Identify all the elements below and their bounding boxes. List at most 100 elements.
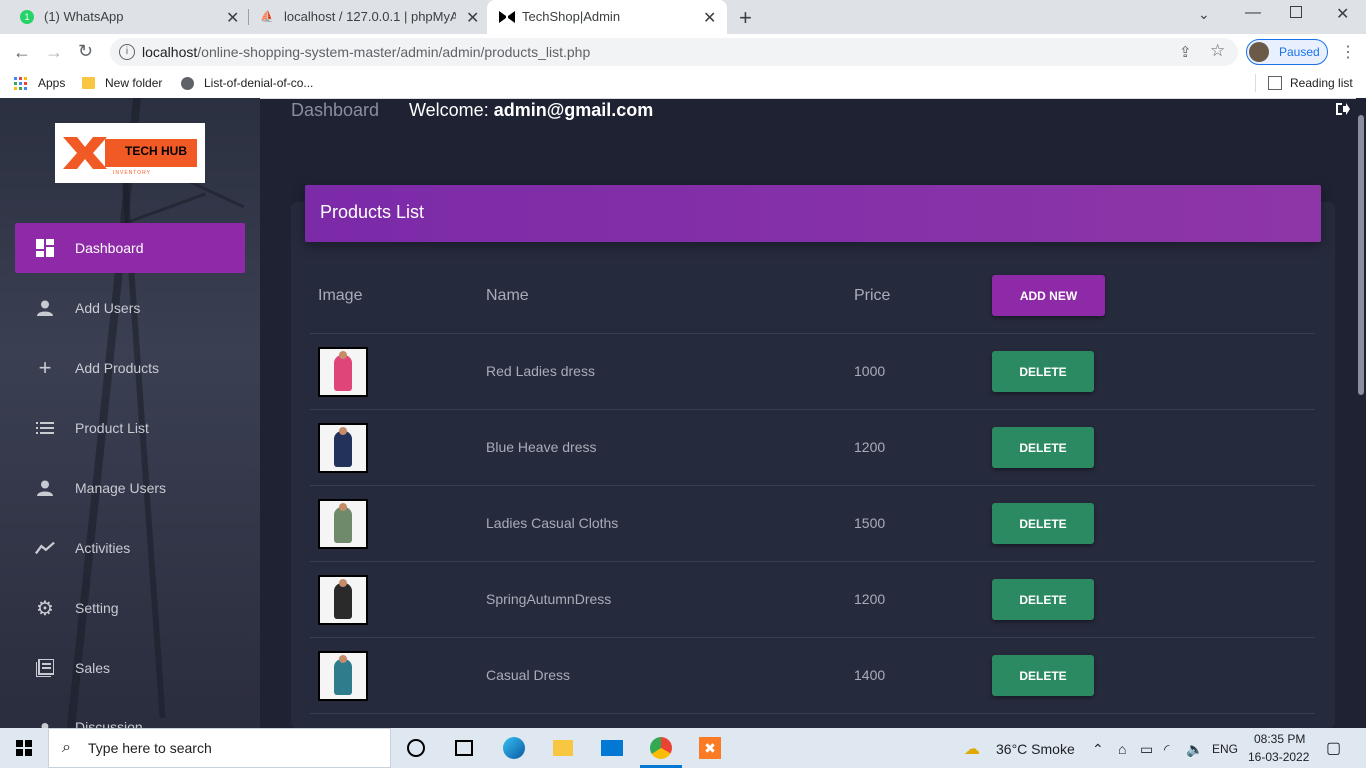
url-host: localhost (142, 44, 198, 60)
url-path: /online-shopping-system-master/admin/adm… (197, 44, 591, 60)
product-image (318, 347, 368, 397)
sidebar-item-discussion[interactable]: ● Discussion (15, 703, 245, 728)
scrollbar-thumb[interactable] (1358, 115, 1364, 395)
sidebar-item-add-users[interactable]: Add Users (15, 283, 245, 333)
product-image (318, 651, 368, 701)
reading-list-button[interactable]: Reading list (1290, 76, 1353, 90)
product-image (318, 423, 368, 473)
info-icon[interactable]: i (119, 44, 135, 60)
share-icon[interactable]: ⇪ (1179, 43, 1192, 61)
sidebar-item-manage-users[interactable]: Manage Users (15, 463, 245, 513)
reading-list-icon (1268, 76, 1282, 90)
phpmyadmin-icon: ⛵ (260, 11, 274, 23)
sidebar-item-activities[interactable]: Activities (15, 523, 245, 573)
trend-icon (35, 538, 55, 558)
bookmark-apps[interactable]: Apps (38, 76, 65, 90)
products-card (291, 202, 1335, 728)
notifications-icon[interactable]: ▢ (1326, 738, 1341, 758)
sidebar-item-label: Sales (75, 660, 111, 676)
column-header-price: Price (854, 287, 891, 304)
sales-icon (35, 658, 55, 678)
usb-icon[interactable]: ⌂ (1118, 741, 1126, 757)
profile-status: Paused (1279, 45, 1320, 59)
apps-grid-icon (14, 77, 28, 91)
sidebar-item-product-list[interactable]: Product List (15, 403, 245, 453)
delete-button[interactable]: DELETE (992, 503, 1094, 544)
product-price: 1500 (854, 515, 886, 531)
close-tab-icon[interactable]: ✕ (226, 8, 239, 28)
sidebar-item-label: Discussion (75, 719, 143, 728)
globe-icon (181, 77, 194, 90)
delete-button[interactable]: DELETE (992, 655, 1094, 696)
language-indicator[interactable]: ENG (1212, 742, 1238, 756)
xampp-icon[interactable]: ✖ (698, 736, 722, 760)
bookmark-star-icon[interactable]: ☆ (1210, 41, 1225, 61)
cortana-icon[interactable] (404, 736, 428, 760)
add-new-button[interactable]: ADD NEW (992, 275, 1105, 316)
volume-icon[interactable]: 🔈 (1186, 741, 1203, 758)
task-view-icon[interactable] (452, 736, 476, 760)
tab-title: TechShop|Admin (522, 9, 621, 24)
row-divider (310, 409, 1315, 410)
wifi-icon[interactable]: ◜ (1164, 741, 1169, 758)
chevron-up-icon[interactable]: ⌃ (1092, 741, 1104, 758)
delete-button[interactable]: DELETE (992, 579, 1094, 620)
tab-phpmyadmin[interactable]: ⛵ localhost / 127.0.0.1 | phpMyAdm ✕ (248, 0, 486, 34)
column-header-image: Image (318, 287, 363, 304)
close-window-icon[interactable]: ✕ (1336, 4, 1349, 24)
sidebar-item-label: Product List (75, 420, 149, 436)
battery-icon[interactable]: ▭ (1140, 741, 1153, 758)
profile-button[interactable]: Paused (1246, 39, 1328, 65)
product-price: 1200 (854, 591, 886, 607)
close-tab-icon[interactable]: ✕ (466, 8, 479, 28)
product-name: Casual Dress (486, 667, 571, 683)
windows-start-icon[interactable] (16, 740, 32, 761)
sidebar-item-dashboard[interactable]: Dashboard (15, 223, 245, 273)
close-tab-icon[interactable]: ✕ (703, 8, 716, 28)
logo-text: TECH HUB (125, 144, 187, 158)
row-divider (310, 561, 1315, 562)
product-name: Ladies Casual Cloths (486, 515, 619, 531)
url-text[interactable]: localhost/online-shopping-system-master/… (142, 44, 590, 60)
maximize-icon[interactable] (1290, 6, 1302, 18)
dashboard-icon (35, 238, 55, 258)
sidebar-item-sales[interactable]: Sales (15, 643, 245, 693)
tab-search-icon[interactable]: ⌄ (1198, 6, 1210, 23)
clock-date[interactable]: 16-03-2022 (1248, 750, 1309, 764)
minimize-icon[interactable]: — (1245, 4, 1261, 22)
person-icon (35, 478, 55, 498)
reload-icon[interactable]: ↻ (78, 41, 93, 62)
bookmark-new-folder[interactable]: New folder (105, 76, 162, 90)
new-tab-icon[interactable]: + (739, 5, 752, 31)
file-explorer-icon[interactable] (551, 736, 575, 760)
clock-time[interactable]: 08:35 PM (1254, 732, 1305, 746)
page-title: Products List (320, 202, 425, 222)
sidebar-item-label: Manage Users (75, 480, 167, 496)
header-dashboard-link[interactable]: Dashboard (291, 100, 379, 121)
forward-icon[interactable]: → (45, 42, 63, 63)
sidebar-item-label: Dashboard (75, 240, 144, 256)
sidebar-item-add-products[interactable]: + Add Products (15, 343, 245, 393)
mail-icon[interactable] (600, 736, 624, 760)
back-icon[interactable]: ← (13, 42, 31, 63)
product-price: 1200 (854, 439, 886, 455)
row-divider (310, 333, 1315, 334)
logo[interactable]: TECH HUB INVENTORY (55, 123, 205, 183)
sidebar-item-label: Add Users (75, 300, 141, 316)
bookmark-denial-of-co[interactable]: List-of-denial-of-co... (204, 76, 313, 90)
delete-button[interactable]: DELETE (992, 427, 1094, 468)
sidebar-item-label: Add Products (75, 360, 160, 376)
menu-kebab-icon[interactable]: ⋮ (1340, 42, 1356, 62)
tab-techshop-admin[interactable]: TechShop|Admin ✕ (487, 0, 727, 34)
bookmark-divider (1255, 74, 1256, 92)
welcome-text: Welcome: admin@gmail.com (409, 100, 653, 121)
delete-button[interactable]: DELETE (992, 351, 1094, 392)
logout-icon[interactable] (1336, 102, 1350, 119)
tab-whatsapp[interactable]: 1 (1) WhatsApp ✕ (0, 0, 248, 34)
edge-icon[interactable] (502, 736, 526, 760)
sidebar-item-setting[interactable]: ⚙ Setting (15, 583, 245, 633)
weather-text[interactable]: 36°C Smoke (996, 741, 1075, 757)
chrome-icon[interactable] (649, 736, 673, 760)
person-icon (35, 298, 55, 318)
search-placeholder: Type here to search (88, 740, 212, 756)
